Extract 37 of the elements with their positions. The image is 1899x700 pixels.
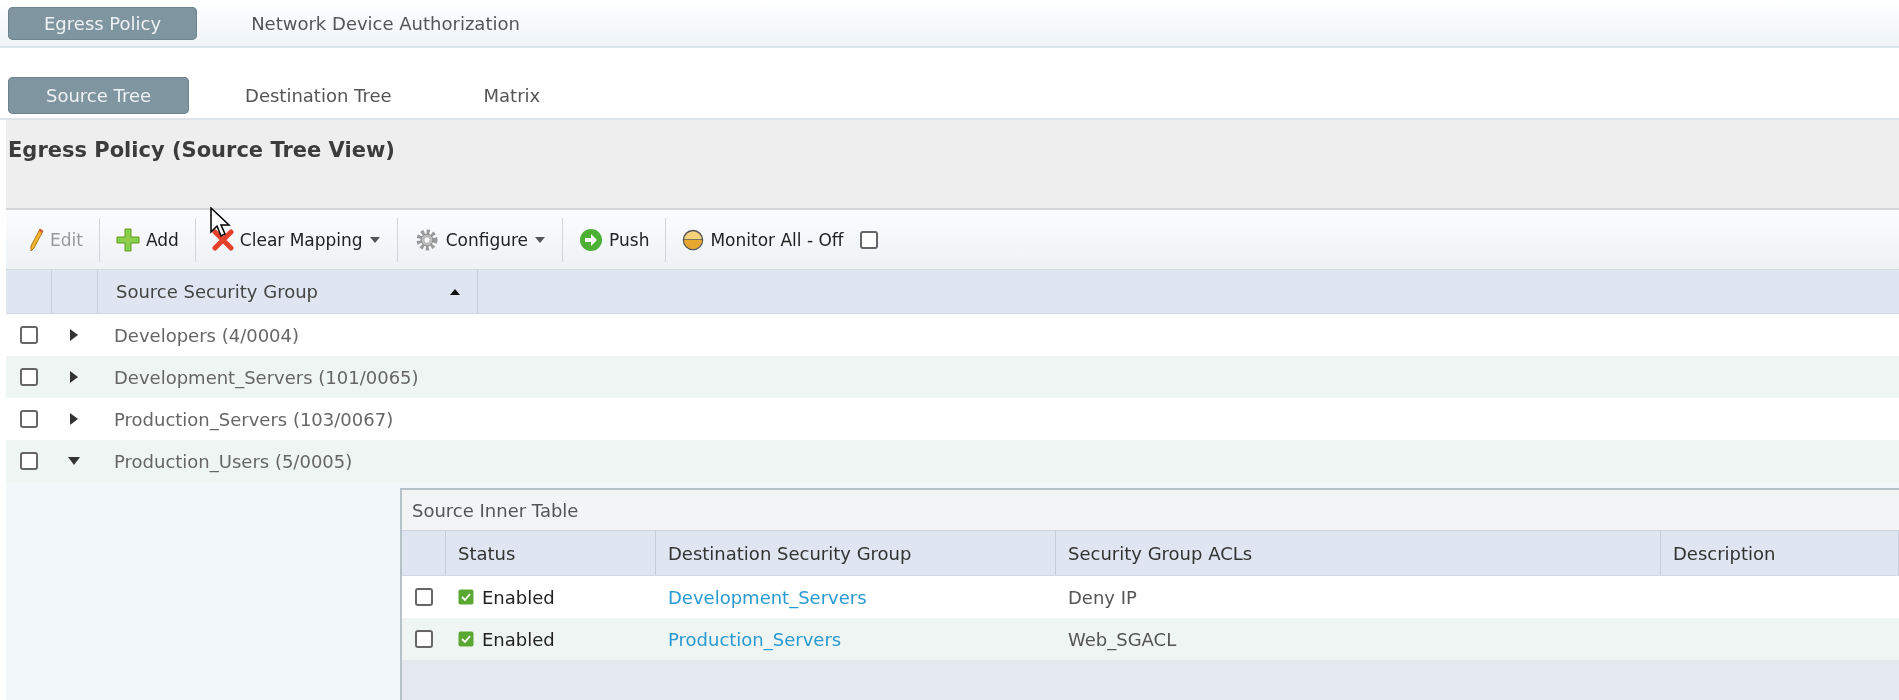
table-cell: Deny IP [1068, 586, 1137, 608]
table-cell: Web_SGACL [1068, 628, 1177, 650]
tree-item[interactable]: Development_Servers (101/0065) [96, 356, 435, 398]
configure-button[interactable]: Configure [403, 220, 557, 259]
tree-item[interactable]: Production_Servers (103/0067) [96, 398, 410, 440]
checkbox[interactable] [19, 452, 38, 470]
checkbox[interactable] [19, 368, 38, 386]
push-button[interactable]: Push [569, 221, 660, 258]
checkbox[interactable] [415, 630, 433, 648]
column-header[interactable]: Status [446, 531, 656, 575]
mouse-cursor-icon [210, 207, 232, 239]
plus-icon [115, 227, 140, 252]
checkbox[interactable] [19, 410, 38, 428]
tab[interactable]: Network Device Authorization [215, 6, 556, 40]
checkbox[interactable] [859, 230, 878, 249]
sort-ascending-icon [449, 287, 461, 296]
tree-item[interactable]: Production_Users (5/0005) [96, 440, 369, 482]
tab[interactable]: Matrix [447, 77, 577, 114]
panel-title: Source Inner Table [412, 499, 579, 521]
table-cell: Enabled [482, 628, 555, 650]
section-title: Egress Policy (Source Tree View) [8, 138, 395, 162]
pencil-icon [30, 227, 44, 252]
column-header[interactable]: Destination Security Group [656, 531, 1056, 575]
add-button[interactable]: Add [105, 221, 189, 258]
checkbox[interactable] [19, 326, 38, 344]
table-cell: Enabled [482, 586, 555, 608]
x-icon [211, 228, 234, 251]
tree-item[interactable]: Developers (4/0004) [96, 314, 316, 356]
column-header[interactable]: Description [1661, 531, 1899, 575]
tab[interactable]: Destination Tree [209, 77, 428, 114]
column-header[interactable]: Source Security Group [98, 270, 478, 313]
arrow-circle-icon [579, 227, 604, 252]
clear-button[interactable]: Clear Mapping [201, 222, 391, 257]
column-header[interactable]: Security Group ACLs [1056, 531, 1661, 575]
monitor-icon [682, 228, 705, 251]
checkbox[interactable] [415, 588, 433, 606]
monitor-button[interactable]: Monitor All - Off [672, 222, 854, 257]
